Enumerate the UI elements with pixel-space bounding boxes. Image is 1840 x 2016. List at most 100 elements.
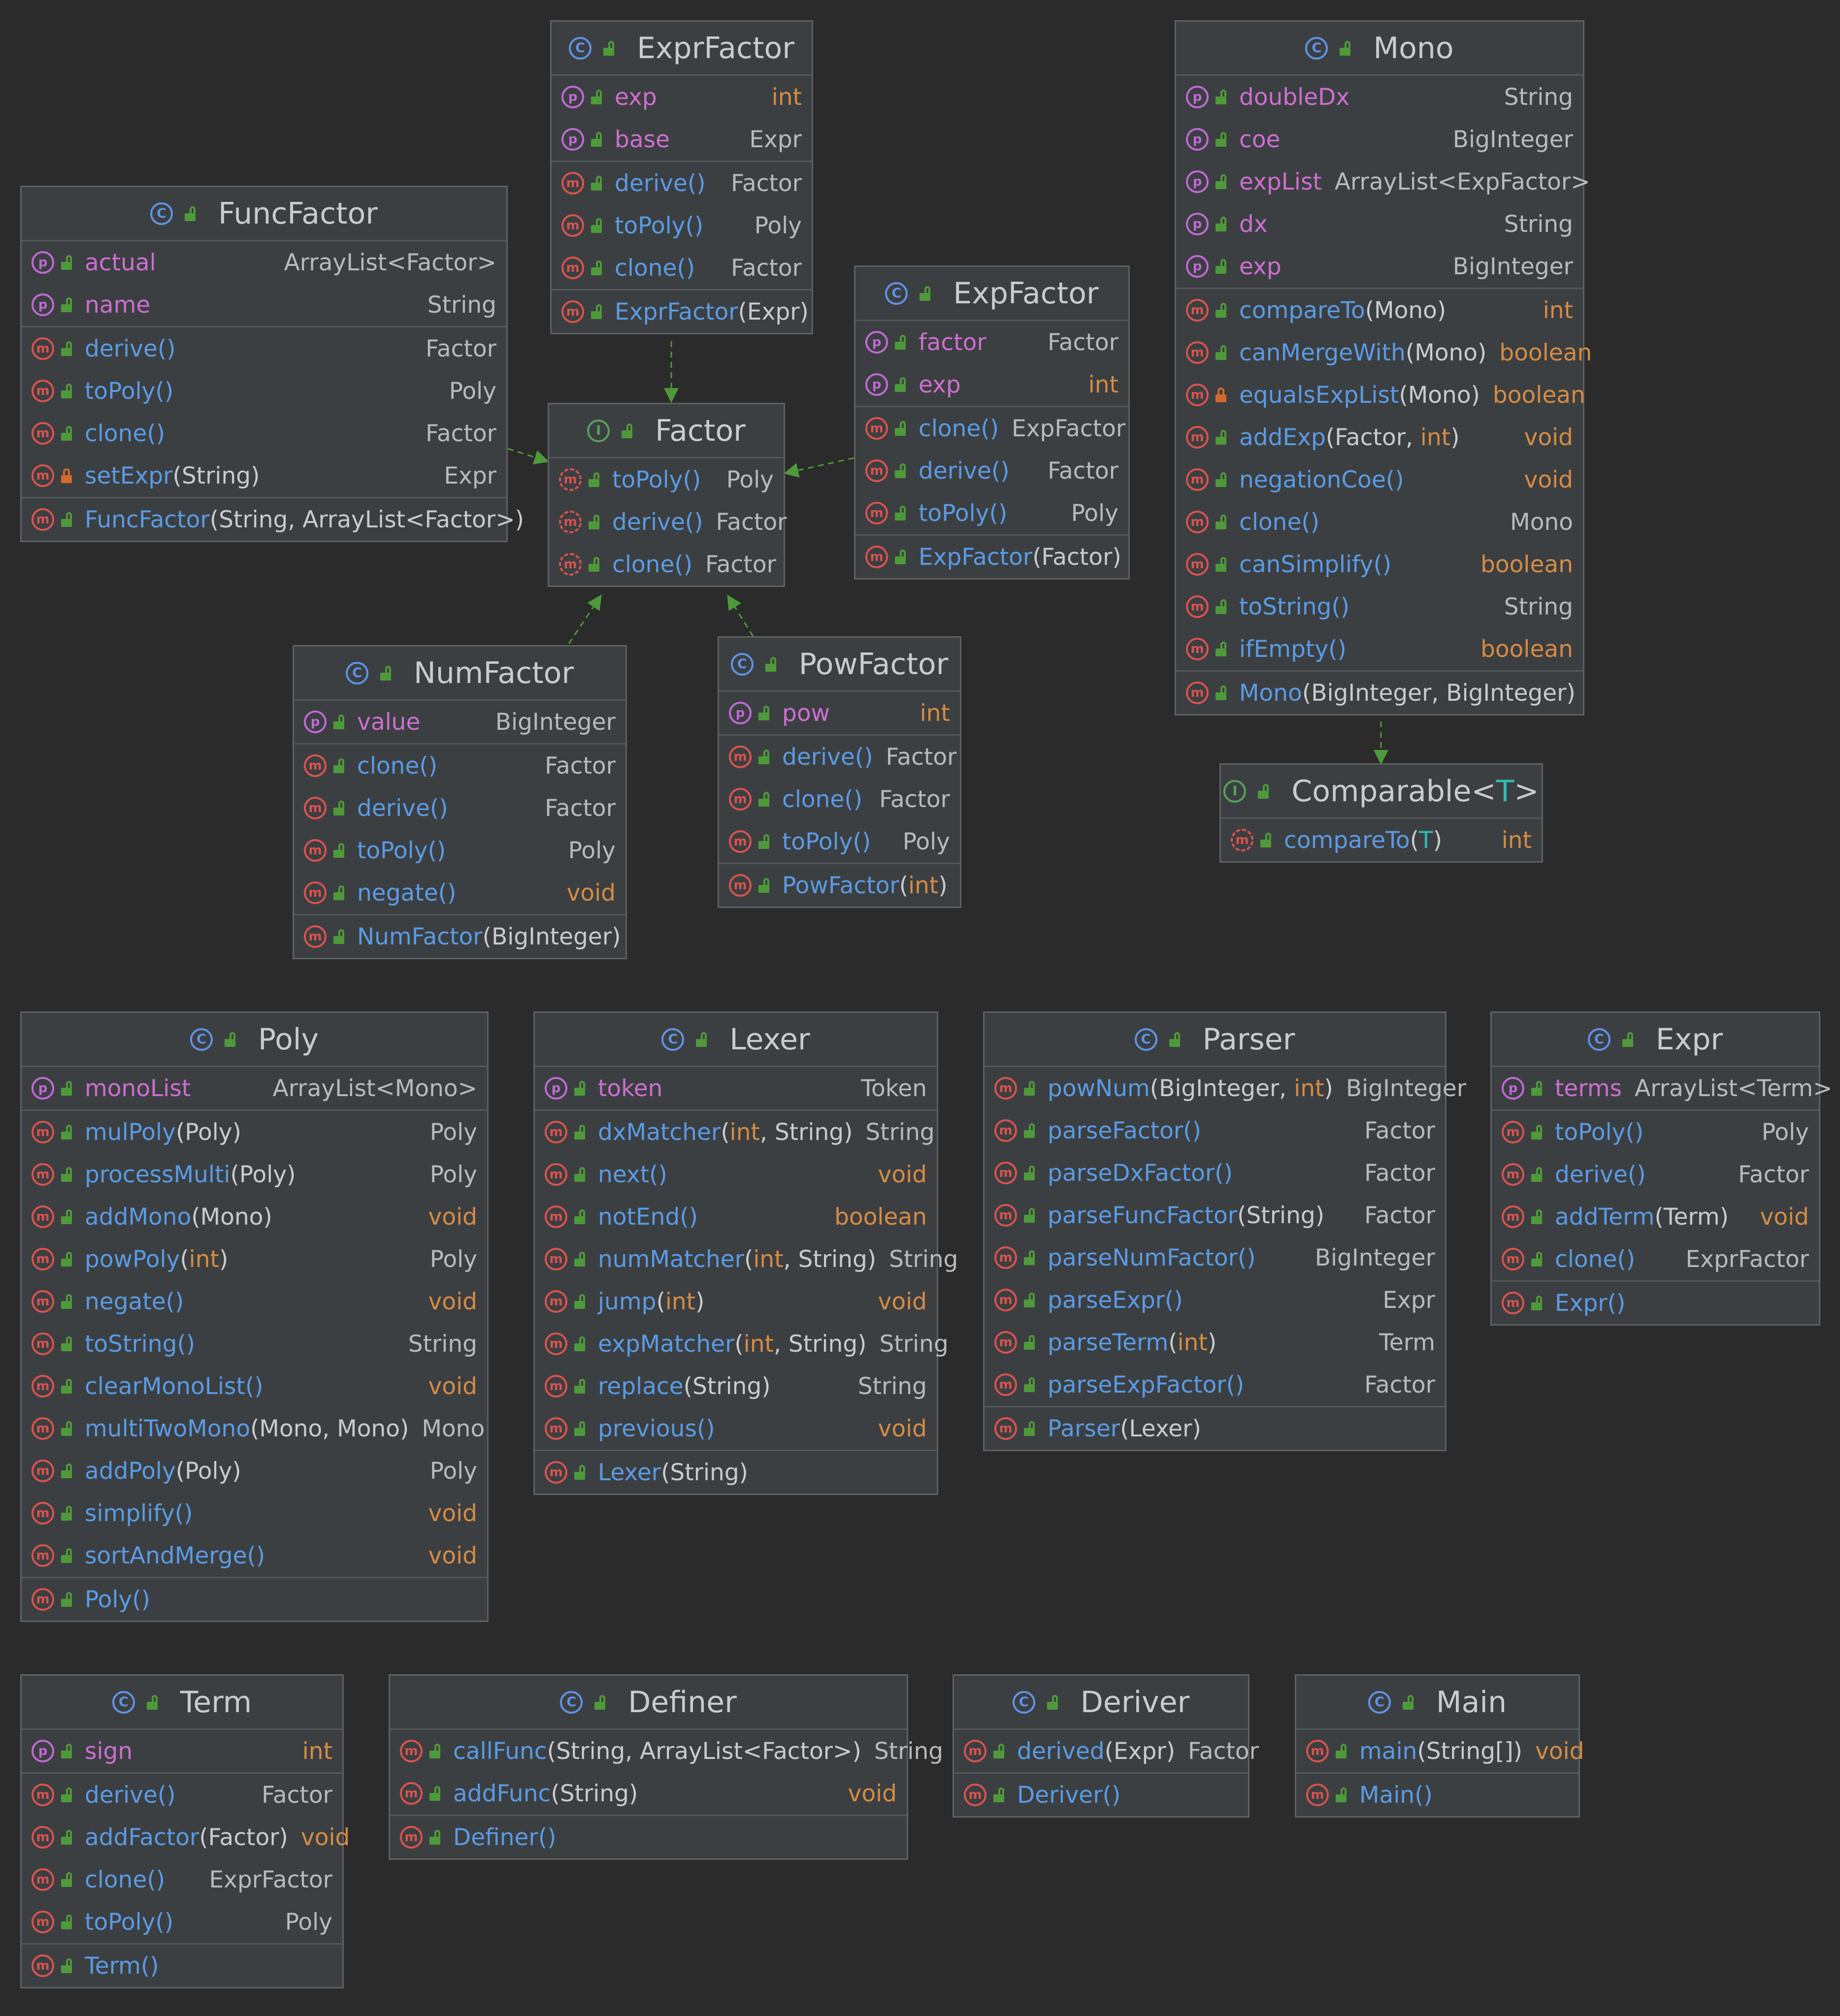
field-row[interactable]: p token Token (535, 1067, 937, 1109)
method-row[interactable]: m canMergeWith (Mono) boolean (1176, 331, 1592, 374)
method-row[interactable]: m Lexer (String) (535, 1451, 937, 1494)
method-row[interactable]: m powNum (BigInteger, int) BigInteger (985, 1067, 1466, 1109)
field-row[interactable]: p expList ArrayList<ExpFactor> (1176, 161, 1590, 203)
method-row[interactable]: m multiTwoMono (Mono, Mono) Mono (22, 1407, 487, 1450)
method-row[interactable]: m replace (String) String (535, 1365, 937, 1407)
method-row[interactable]: m ExpFactor (Factor) (855, 536, 1128, 578)
uml-node-exprfactor[interactable]: C ExprFactor p exp int p base Expr m derive() Fact… (550, 20, 813, 334)
field-row[interactable]: p name String (22, 284, 506, 326)
field-row[interactable]: p sign int (22, 1730, 342, 1772)
method-row[interactable]: m Mono (BigInteger, BigInteger) (1176, 672, 1583, 714)
method-row[interactable]: m clone() Factor (552, 247, 812, 289)
method-row[interactable]: m clone() Factor (719, 778, 960, 820)
method-row[interactable]: m toPoly() Poly (22, 370, 506, 412)
method-row[interactable]: m parseFuncFactor (String) Factor (985, 1194, 1445, 1236)
field-row[interactable]: p exp int (855, 363, 1128, 406)
method-row[interactable]: m numMatcher (int, String) String (535, 1238, 958, 1280)
method-row[interactable]: m parseFactor() Factor (985, 1109, 1445, 1152)
field-row[interactable]: p monoList ArrayList<Mono> (22, 1067, 487, 1109)
method-row[interactable]: m expMatcher (int, String) String (535, 1323, 949, 1365)
field-row[interactable]: p base Expr (552, 118, 812, 161)
uml-node-definer[interactable]: C Definer m callFunc (String, ArrayList<Fact… (389, 1674, 943, 1860)
uml-node-factor[interactable]: I Factor m toPoly() Poly m derive() Factor m clon… (548, 403, 787, 587)
method-row[interactable]: m parseNumFactor() BigInteger (985, 1236, 1445, 1279)
method-row[interactable]: m jump (int) void (535, 1280, 937, 1323)
method-row[interactable]: m derive() Factor (549, 501, 787, 543)
method-row[interactable]: m toPoly() Poly (549, 458, 784, 501)
uml-node-mono[interactable]: C Mono p doubleDx String p coe BigInteger p expLi… (1175, 20, 1592, 715)
uml-node-comparable[interactable]: I Comparable<T> m compareTo (T) int (1219, 763, 1543, 863)
method-row[interactable]: m notEnd() boolean (535, 1196, 937, 1238)
field-row[interactable]: p value BigInteger (294, 701, 625, 743)
method-row[interactable]: m toPoly() Poly (552, 204, 812, 247)
method-row[interactable]: m parseExpFactor() Factor (985, 1364, 1445, 1406)
method-row[interactable]: m Definer() (390, 1816, 907, 1858)
method-row[interactable]: m addExp (Factor, int) void (1176, 416, 1583, 458)
method-row[interactable]: m clone() Factor (22, 412, 506, 455)
method-row[interactable]: m addMono (Mono) void (22, 1196, 487, 1238)
method-row[interactable]: m derive() Factor (22, 1774, 342, 1816)
method-row[interactable]: m negationCoe() void (1176, 458, 1583, 501)
method-row[interactable]: m Parser (Lexer) (985, 1407, 1445, 1450)
method-row[interactable]: m clone() ExprFactor (22, 1858, 342, 1901)
method-row[interactable]: m derive() Factor (855, 450, 1128, 492)
uml-node-numfactor[interactable]: C NumFactor p value BigInteger m clone() Factor… (293, 645, 627, 959)
field-row[interactable]: p exp BigInteger (1176, 245, 1583, 288)
method-row[interactable]: m mulPoly (Poly) Poly (22, 1111, 487, 1153)
method-row[interactable]: m clone() Factor (294, 745, 625, 787)
field-row[interactable]: p doubleDx String (1176, 76, 1583, 118)
method-row[interactable]: m parseTerm (int) Term (985, 1321, 1445, 1364)
method-row[interactable]: m negate() void (294, 872, 625, 914)
method-row[interactable]: m clone() Mono (1176, 501, 1583, 543)
method-row[interactable]: m parseExpr() Expr (985, 1279, 1445, 1321)
uml-node-lexer[interactable]: C Lexer p token Token m dxMatcher (int, String)… (533, 1011, 958, 1495)
uml-node-deriver[interactable]: C Deriver m derived (Expr) Factor m Deriver() (953, 1674, 1259, 1818)
uml-node-expr[interactable]: C Expr p terms ArrayList<Term> m toPoly() Poly m… (1490, 1011, 1833, 1326)
method-row[interactable]: m Poly() (22, 1578, 487, 1621)
method-row[interactable]: m toPoly() Poly (1492, 1111, 1819, 1153)
method-row[interactable]: m compareTo (Mono) int (1176, 289, 1583, 331)
method-row[interactable]: m addTerm (Term) void (1492, 1196, 1819, 1238)
method-row[interactable]: m toString() String (22, 1323, 487, 1365)
method-row[interactable]: m derive() Factor (22, 327, 506, 370)
field-row[interactable]: p pow int (719, 692, 960, 734)
method-row[interactable]: m previous() void (535, 1407, 937, 1450)
method-row[interactable]: m toPoly() Poly (719, 820, 960, 863)
method-row[interactable]: m main (String[]) void (1296, 1730, 1584, 1772)
method-row[interactable]: m Main() (1296, 1774, 1578, 1816)
field-row[interactable]: p coe BigInteger (1176, 118, 1583, 161)
uml-node-poly[interactable]: C Poly p monoList ArrayList<Mono> m mulPoly (Po… (20, 1011, 489, 1622)
method-row[interactable]: m ifEmpty() boolean (1176, 628, 1583, 670)
method-row[interactable]: m PowFactor (int) (719, 864, 960, 907)
field-row[interactable]: p actual ArrayList<Factor> (22, 241, 506, 284)
uml-node-funcfactor[interactable]: C FuncFactor p actual ArrayList<Factor> p name… (20, 186, 524, 542)
method-row[interactable]: m Deriver() (954, 1774, 1248, 1816)
uml-node-term[interactable]: C Term p sign int m derive() Factor m addFactor (F… (20, 1674, 350, 1988)
method-row[interactable]: m clone() ExpFactor (855, 407, 1128, 450)
method-row[interactable]: m addFunc (String) void (390, 1772, 907, 1815)
method-row[interactable]: m clone() Factor (549, 543, 784, 585)
method-row[interactable]: m FuncFactor (String, ArrayList<Factor>) (22, 498, 524, 541)
method-row[interactable]: m next() void (535, 1153, 937, 1196)
method-row[interactable]: m processMulti (Poly) Poly (22, 1153, 487, 1196)
method-row[interactable]: m clone() ExprFactor (1492, 1238, 1819, 1280)
method-row[interactable]: m derive() Factor (294, 787, 625, 829)
method-row[interactable]: m compareTo (T) int (1221, 819, 1542, 861)
uml-node-powfactor[interactable]: C PowFactor p pow int m derive() Factor m clone()… (718, 636, 961, 908)
method-row[interactable]: m negate() void (22, 1280, 487, 1323)
field-row[interactable]: p exp int (552, 76, 812, 118)
method-row[interactable]: m ExprFactor (Expr) (552, 291, 812, 333)
method-row[interactable]: m derive() Factor (552, 162, 812, 204)
method-row[interactable]: m toPoly() Poly (855, 492, 1128, 534)
method-row[interactable]: m dxMatcher (int, String) String (535, 1111, 937, 1153)
method-row[interactable]: m setExpr (String) Expr (22, 455, 506, 497)
method-row[interactable]: m simplify() void (22, 1492, 487, 1534)
method-row[interactable]: m Expr() (1492, 1282, 1819, 1324)
method-row[interactable]: m NumFactor (BigInteger) (294, 915, 625, 958)
method-row[interactable]: m canSimplify() boolean (1176, 543, 1583, 585)
method-row[interactable]: m parseDxFactor() Factor (985, 1152, 1445, 1194)
field-row[interactable]: p terms ArrayList<Term> (1492, 1067, 1833, 1109)
uml-node-main[interactable]: C Main m main (String[]) void m Main() (1295, 1674, 1584, 1818)
method-row[interactable]: m toPoly() Poly (22, 1901, 342, 1943)
method-row[interactable]: m Term() (22, 1945, 342, 1987)
